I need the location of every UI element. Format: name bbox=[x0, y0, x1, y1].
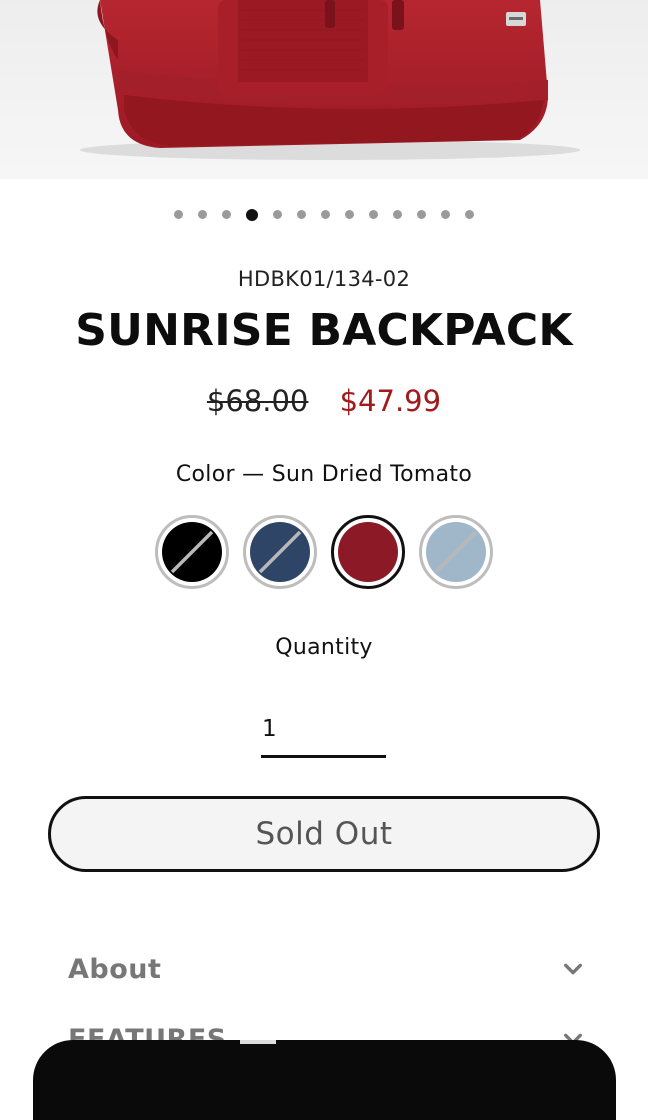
color-swatch-sun-dried-tomato[interactable] bbox=[331, 515, 405, 589]
accordion-about-label: About bbox=[68, 953, 162, 985]
carousel-dots bbox=[0, 208, 648, 221]
carousel-dot[interactable] bbox=[369, 210, 378, 219]
sold-out-button[interactable]: Sold Out bbox=[48, 796, 600, 872]
quantity-label: Quantity bbox=[275, 635, 373, 660]
carousel-dot[interactable] bbox=[441, 210, 450, 219]
sale-price: $47.99 bbox=[339, 384, 442, 418]
carousel-dot[interactable] bbox=[417, 210, 426, 219]
product-sku: HDBK01/134-02 bbox=[237, 267, 411, 291]
carousel-dot[interactable] bbox=[174, 210, 183, 219]
carousel-dot[interactable] bbox=[393, 210, 402, 219]
chevron-down-icon bbox=[564, 963, 582, 975]
color-swatch-light-blue[interactable] bbox=[419, 515, 493, 589]
carousel-dot[interactable] bbox=[465, 210, 474, 219]
color-swatch-black[interactable] bbox=[155, 515, 229, 589]
backpack-image bbox=[80, 0, 580, 160]
color-label: Color — Sun Dried Tomato bbox=[175, 462, 473, 487]
original-price: $68.00 bbox=[206, 384, 309, 418]
bottom-bar[interactable] bbox=[33, 1040, 616, 1120]
quantity-input[interactable] bbox=[261, 702, 386, 758]
price-block: $68.00 $47.99 bbox=[0, 384, 648, 418]
bottom-bar-handle bbox=[240, 1040, 276, 1044]
carousel-dot[interactable] bbox=[297, 210, 306, 219]
carousel-dot[interactable] bbox=[222, 210, 231, 219]
product-image[interactable] bbox=[0, 0, 648, 179]
carousel-dot[interactable] bbox=[273, 210, 282, 219]
carousel-dot[interactable] bbox=[321, 210, 330, 219]
carousel-dot[interactable] bbox=[198, 210, 207, 219]
color-swatches bbox=[0, 515, 648, 589]
accordion-about[interactable]: About bbox=[68, 947, 584, 991]
carousel-dot[interactable] bbox=[345, 210, 354, 219]
color-swatch-navy[interactable] bbox=[243, 515, 317, 589]
product-title: SUNRISE BACKPACK bbox=[75, 305, 573, 356]
carousel-dot[interactable] bbox=[246, 208, 258, 221]
